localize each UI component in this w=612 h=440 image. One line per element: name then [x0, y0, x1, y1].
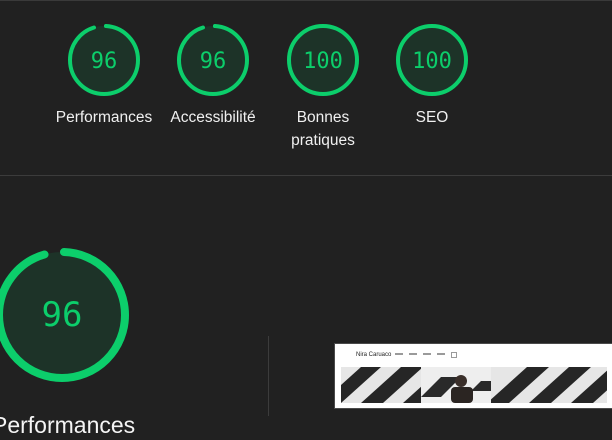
performance-section-title: Performances — [0, 412, 136, 438]
thumbnail-hero-image — [341, 367, 607, 403]
gauge-seo-score: 100 — [412, 49, 452, 74]
gauge-performance-ring: 96 — [68, 24, 140, 96]
vertical-divider — [268, 336, 269, 416]
gauge-seo-ring: 100 — [396, 24, 468, 96]
thumbnail-site-title: Nira Caruaco — [356, 352, 392, 358]
thumbnail-person-head — [455, 375, 467, 387]
performance-gauge-score: 96 — [42, 295, 83, 335]
gauge-best-practices-score: 100 — [303, 49, 343, 74]
top-divider — [0, 0, 612, 1]
gauge-performance[interactable]: 96 — [67, 23, 141, 97]
thumbnail-person-body — [451, 387, 473, 403]
thumbnail-nav-icon — [451, 352, 457, 358]
performance-gauge-ring: 96 — [0, 248, 129, 382]
gauge-best-practices-label-line1: Bonnes — [296, 109, 350, 126]
gauge-seo-label: SEO — [415, 109, 449, 126]
lighthouse-report: 96 Performances 96 Accessibilité 100 Bon… — [0, 0, 612, 440]
section-divider — [0, 175, 612, 176]
gauge-performance-label: Performances — [55, 109, 153, 126]
gauge-best-practices-ring: 100 — [287, 24, 359, 96]
performance-gauge-large: 96 — [0, 245, 130, 385]
gauge-best-practices-label-line2: pratiques — [291, 132, 355, 149]
gauge-seo[interactable]: 100 — [395, 23, 469, 97]
gauge-best-practices-label: Bonnes pratiques — [263, 106, 383, 152]
gauge-accessibility[interactable]: 96 — [176, 23, 250, 97]
thumbnail-site-nav — [395, 353, 445, 355]
gauge-best-practices[interactable]: 100 — [286, 23, 360, 97]
gauge-accessibility-label: Accessibilité — [170, 109, 256, 126]
final-screenshot-thumbnail[interactable]: Nira Caruaco — [334, 343, 612, 409]
gauge-accessibility-score: 96 — [200, 49, 227, 74]
gauge-accessibility-ring: 96 — [177, 24, 249, 96]
gauge-performance-score: 96 — [91, 49, 118, 74]
thumbnail-site-header: Nira Caruaco — [335, 344, 612, 366]
